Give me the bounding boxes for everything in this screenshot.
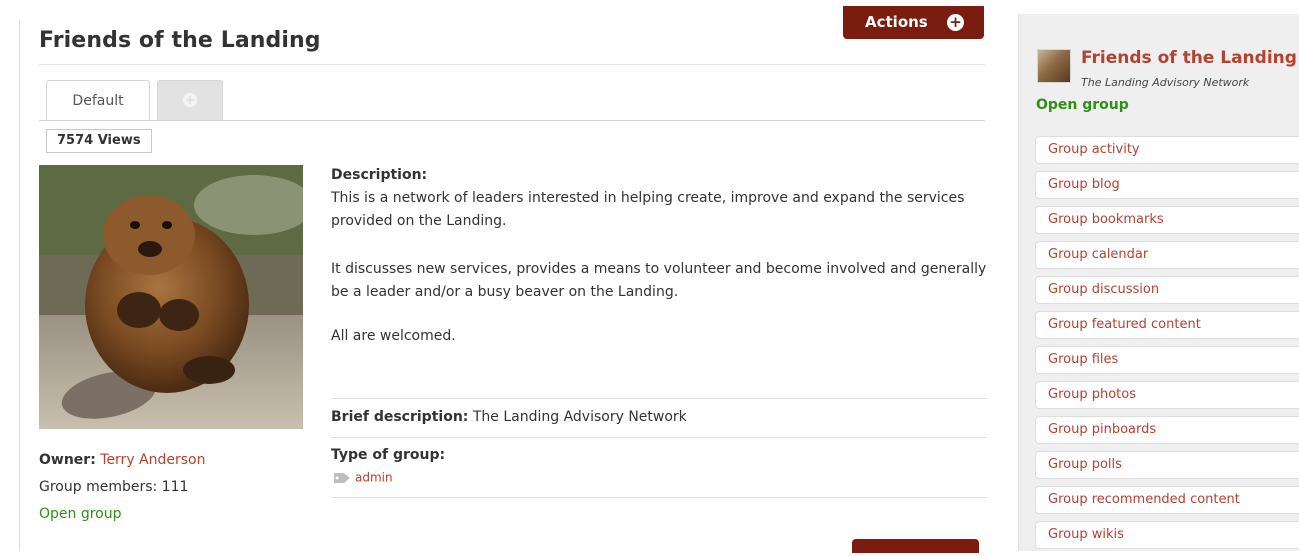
actions-label: Actions [865,13,928,31]
sidebar-item-group-activity[interactable]: Group activity [1035,136,1299,164]
divider [39,120,985,121]
description-paragraph: All are welcomed. [331,328,456,344]
sidebar-item-group-recommended-content[interactable]: Group recommended content [1035,486,1299,514]
brief-description-value: The Landing Advisory Network [472,409,687,425]
actions-button[interactable]: Actions + [843,6,984,39]
sidebar: Friends of the Landing The Landing Advis… [1018,14,1299,551]
sidebar-item-group-bookmarks[interactable]: Group bookmarks [1035,206,1299,234]
brief-description-label: Brief description: [331,409,469,425]
page-title: Friends of the Landing [39,28,321,53]
tab-default[interactable]: Default [46,80,150,121]
sidebar-menu: Group activity Group blog Group bookmark… [1035,136,1299,556]
sidebar-item-group-photos[interactable]: Group photos [1035,381,1299,409]
tag-link[interactable]: admin [355,471,393,485]
plus-circle-icon: + [183,93,197,107]
sidebar-group-subtitle: The Landing Advisory Network [1081,76,1250,89]
sidebar-item-group-pinboards[interactable]: Group pinboards [1035,416,1299,444]
sidebar-group-avatar[interactable] [1037,49,1071,83]
plus-circle-icon: + [947,14,964,31]
add-tab-button[interactable]: + [157,80,223,121]
sidebar-membership-status: Open group [1036,97,1129,113]
sidebar-item-group-polls[interactable]: Group polls [1035,451,1299,479]
tab-default-label: Default [72,93,124,109]
sidebar-group-title[interactable]: Friends of the Landing [1081,48,1297,68]
sidebar-item-group-calendar[interactable]: Group calendar [1035,241,1299,269]
sidebar-item-group-wikis[interactable]: Group wikis [1035,521,1299,549]
brief-description: Brief description: The Landing Advisory … [331,409,687,425]
group-type-tag: admin [333,470,393,486]
sidebar-item-group-files[interactable]: Group files [1035,346,1299,374]
sidebar-item-group-featured-content[interactable]: Group featured content [1035,311,1299,339]
owner-link[interactable]: Terry Anderson [100,452,205,468]
divider [331,398,987,399]
description-paragraph: It discusses new services, provides a me… [331,261,987,300]
sidebar-item-group-blog[interactable]: Group blog [1035,171,1299,199]
description-paragraph: This is a network of leaders interested … [331,190,965,229]
owner-label: Owner: [39,452,96,468]
main-content: Friends of the Landing Actions + Default… [0,0,1010,553]
views-count: 7574 Views [46,129,152,153]
description-heading: Description: [331,167,428,183]
tag-icon [334,472,350,483]
divider [331,497,987,498]
divider [19,20,20,551]
divider [331,437,987,438]
membership-status: Open group [39,506,122,522]
group-type-heading: Type of group: [331,447,446,463]
group-icon-beaver-photo [39,165,303,429]
divider [39,64,985,65]
sidebar-item-group-discussion[interactable]: Group discussion [1035,276,1299,304]
owner-line: Owner: Terry Anderson [39,452,206,468]
members-count: Group members: 111 [39,479,189,495]
